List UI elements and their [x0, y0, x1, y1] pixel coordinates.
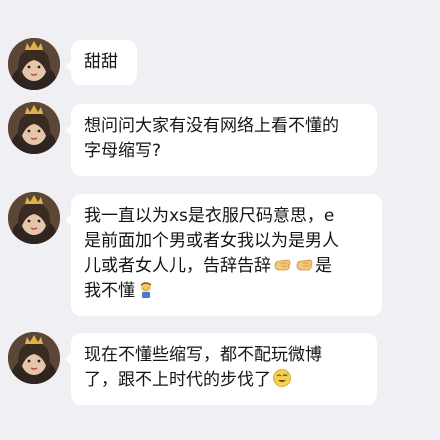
message-text-line-1: 我一直以为xs是衣服尺码意思，e [84, 206, 335, 226]
chat-thread: 甜甜 想问问大家有没有网络上看不懂的 字母缩写? 我一直以为xs是衣服尺码意思，… [0, 0, 440, 440]
message-text-segment: 了，跟不上时代的步伐了 [84, 370, 271, 390]
fist-bump-emoji [272, 254, 292, 274]
user-avatar[interactable] [8, 332, 60, 384]
facepalm-emoji [136, 279, 156, 299]
user-avatar[interactable] [8, 192, 60, 244]
message-text-line-1: 现在不懂些缩写，都不配玩微博 [84, 345, 322, 365]
user-avatar[interactable] [8, 38, 60, 90]
sweat-smile-emoji [272, 368, 292, 388]
message-bubble[interactable]: 现在不懂些缩写，都不配玩微博 了，跟不上时代的步伐了 [65, 333, 377, 405]
user-avatar[interactable] [8, 102, 60, 154]
message-text: 甜甜 [84, 52, 118, 72]
message-text-line-2: 字母缩写? [84, 141, 162, 161]
message-text-line-2: 了，跟不上时代的步伐了 [84, 368, 364, 393]
message-text-segment: 我不懂 [84, 281, 135, 301]
message-text-line-1: 想问问大家有没有网络上看不懂的 [84, 116, 339, 136]
message-bubble[interactable]: 甜甜 [65, 40, 137, 85]
fist-bump-emoji [294, 254, 314, 274]
message-text-segment: 儿或者女人儿，告辞告辞 [84, 256, 271, 276]
message-bubble[interactable]: 我一直以为xs是衣服尺码意思，e 是前面加个男或者女我以为是男人 儿或者女人儿，… [65, 194, 382, 316]
message-bubble[interactable]: 想问问大家有没有网络上看不懂的 字母缩写? [65, 104, 377, 176]
message-text-line-4: 我不懂 [84, 279, 369, 304]
message-text-segment: 是 [315, 256, 332, 276]
message-text-line-2: 是前面加个男或者女我以为是男人 [84, 231, 339, 251]
message-text-line-3: 儿或者女人儿，告辞告辞 是 [84, 254, 369, 279]
